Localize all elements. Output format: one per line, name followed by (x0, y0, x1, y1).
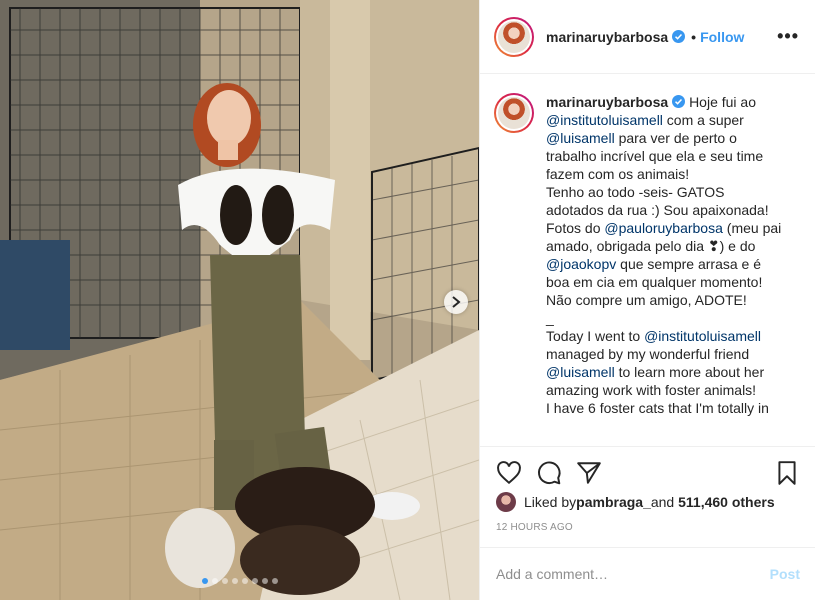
more-options-icon[interactable]: ••• (777, 26, 799, 47)
caption-segment: to learn more about her (614, 364, 765, 380)
caption-segment: (meu pai (722, 220, 782, 236)
mention-link[interactable]: @luisamell (546, 364, 615, 380)
caption-line: @institutoluisamell com a super (546, 111, 796, 129)
caption-line: I have 6 foster cats that I'm totally in (546, 399, 796, 417)
mention-link[interactable]: @joaokopv (546, 256, 616, 272)
caption-line: @luisamell para ver de perto o (546, 129, 796, 147)
caption-line: @joaokopv que sempre arrasa e é (546, 255, 796, 273)
caption-line: boa em cia em qualquer momento! (546, 273, 796, 291)
caption-line: amazing work with foster animals! (546, 381, 796, 399)
caption-segment: managed by my wonderful friend (546, 346, 750, 362)
verified-badge-icon (672, 95, 686, 108)
caption-segment: fazem com os animais! (546, 166, 690, 182)
chevron-right-icon (452, 296, 461, 308)
liker-avatar[interactable] (496, 492, 516, 512)
caption-segment: _ (546, 310, 554, 326)
caption-author-avatar[interactable] (494, 93, 534, 133)
carousel-dot (211, 578, 218, 584)
heart-icon[interactable] (496, 460, 522, 486)
carousel-dot (231, 578, 238, 584)
likes-middle: and (650, 494, 675, 510)
caption-line: trabalho incrível que ela e seu time (546, 147, 796, 165)
caption-segment: para ver de perto o (614, 130, 737, 146)
caption-username[interactable]: marinaruybarbosa (546, 94, 668, 110)
post-comment-button[interactable]: Post (770, 566, 800, 582)
caption-line: Fotos do @pauloruybarbosa (meu pai (546, 219, 796, 237)
header-separator: • (691, 28, 697, 45)
caption-line: Today I went to @institutoluisamell (546, 327, 796, 345)
caption-line: Tenho ao todo -seis- GATOS (546, 183, 796, 201)
caption-segment: adotados da rua :) Sou apaixonada! (546, 202, 769, 218)
verified-badge-icon (672, 30, 686, 43)
comment-icon[interactable] (536, 460, 562, 486)
carousel-dot (251, 578, 258, 584)
caption-segment: amado, obrigada pelo dia ❣) e do (546, 238, 756, 254)
carousel-indicator (0, 578, 479, 584)
mention-link[interactable]: @pauloruybarbosa (604, 220, 723, 236)
caption-line: fazem com os animais! (546, 165, 796, 183)
caption-segment: I have 6 foster cats that I'm totally in (546, 400, 769, 416)
caption-line: marinaruybarbosa Hoje fui ao (546, 93, 796, 111)
carousel-dot (271, 578, 278, 584)
likes-summary: Liked by pambraga_ and 511,460 others (496, 492, 775, 512)
caption-line: @luisamell to learn more about her (546, 363, 796, 381)
caption-line: managed by my wonderful friend (546, 345, 796, 363)
caption-segment: trabalho incrível que ela e seu time (546, 148, 764, 164)
post-photo (0, 0, 479, 600)
comment-input[interactable] (496, 566, 770, 582)
action-bar (480, 446, 815, 498)
carousel-dot (201, 578, 208, 584)
comment-form: Post (480, 547, 815, 600)
likes-prefix: Liked by (524, 494, 577, 510)
mention-link[interactable]: @luisamell (546, 130, 615, 146)
carousel-next-button[interactable] (444, 290, 468, 314)
follow-button[interactable]: Follow (700, 29, 744, 45)
carousel-dot (221, 578, 228, 584)
caption-line: adotados da rua :) Sou apaixonada! (546, 201, 796, 219)
author-avatar[interactable] (494, 16, 534, 57)
caption-segment: que sempre arrasa e é (616, 256, 762, 272)
caption-segment: amazing work with foster animals! (546, 382, 757, 398)
author-username[interactable]: marinaruybarbosa (546, 29, 668, 45)
carousel-dot (261, 578, 268, 584)
caption-segment: boa em cia em qualquer momento! (546, 274, 763, 290)
caption-text: marinaruybarbosa Hoje fui ao @institutolu… (546, 93, 796, 445)
liker-username[interactable]: pambraga_ (576, 494, 651, 510)
mention-link[interactable]: @institutoluisamell (546, 112, 663, 128)
caption-line: Não compre um amigo, ADOTE! (546, 291, 796, 309)
caption-segment: Fotos do (546, 220, 605, 236)
caption-segment: Tenho ao todo -seis- GATOS (546, 184, 725, 200)
mention-link[interactable]: @institutoluisamell (644, 328, 761, 344)
share-icon[interactable] (576, 460, 602, 486)
caption-line: _ (546, 309, 796, 327)
carousel-dot (241, 578, 248, 584)
likes-count[interactable]: 511,460 others (678, 494, 775, 510)
caption-line: amado, obrigada pelo dia ❣) e do (546, 237, 796, 255)
caption-segment: com a super (662, 112, 744, 128)
caption-segment: Today I went to (546, 328, 645, 344)
bookmark-icon[interactable] (774, 460, 800, 486)
post-media[interactable] (0, 0, 479, 600)
caption-segment: Não compre um amigo, ADOTE! (546, 292, 747, 308)
post-details-panel: marinaruybarbosa • Follow ••• marinaruyb… (479, 0, 815, 600)
post-header: marinaruybarbosa • Follow ••• (480, 0, 815, 74)
caption-section: marinaruybarbosa Hoje fui ao @institutolu… (480, 75, 815, 445)
caption-segment: Hoje fui ao (689, 94, 756, 110)
post-timestamp[interactable]: 12 HOURS AGO (496, 522, 573, 533)
